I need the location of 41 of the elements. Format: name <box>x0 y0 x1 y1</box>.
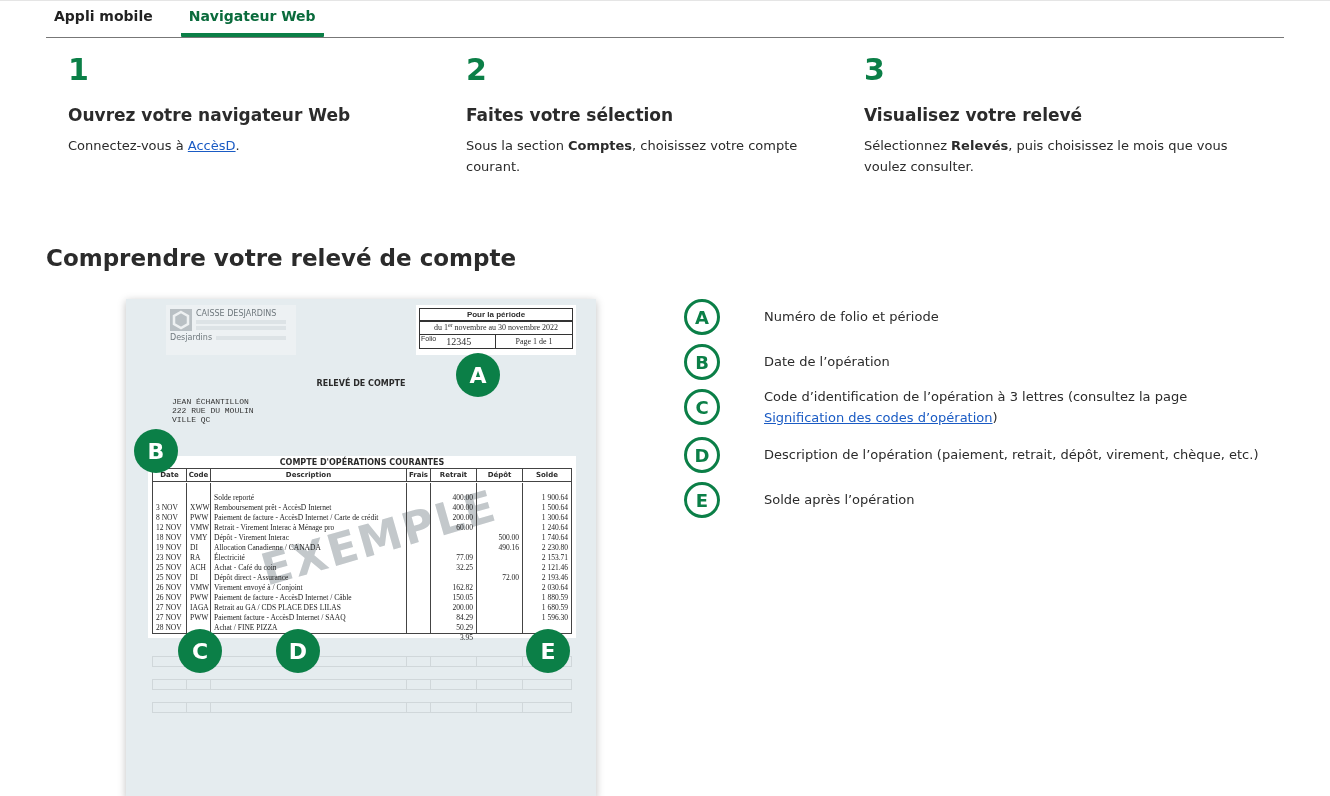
tab[interactable]: Navigateur Web <box>180 1 324 37</box>
accesd-link[interactable]: AccèsD <box>187 138 236 153</box>
step-title: Ouvrez votre navigateur Web <box>68 104 352 126</box>
legend-text: Code d’identification de l’opération à 3 lettres (consultez la page Signification des codes d’opération) <box>764 388 1189 427</box>
step-number: 2 <box>466 52 488 88</box>
statement-title: RELEVÉ DE COMPTE <box>316 379 406 389</box>
step-number: 3 <box>864 52 886 88</box>
logo-caption: Desjardins <box>170 333 213 342</box>
address-line: VILLE QC <box>172 415 212 424</box>
step-text: Sous la section Comptes, choisissez votre compte courant. <box>466 137 799 176</box>
legend-text: Date de l’opération <box>764 353 890 371</box>
legend-letter-badge: C <box>684 389 720 425</box>
legend-letter-badge: E <box>684 482 720 518</box>
section-title: Comprendre votre relevé de compte <box>46 244 518 273</box>
bank-name: CAISSE DESJARDINS <box>196 309 278 318</box>
step-text: Sélectionnez Relevés, puis choisissez le mois que vous voulez consulter. <box>864 137 1229 176</box>
period-header: Pour la période <box>420 309 572 322</box>
step-title: Faites votre sélection <box>466 104 675 126</box>
legend-letter-badge: D <box>684 437 720 473</box>
legend-text: Description de l’opération (paiement, retrait, dépôt, virement, chèque, etc.) <box>764 446 1259 464</box>
codes-link[interactable]: Signification des codes d’opération <box>764 410 993 425</box>
address-line: JEAN ÉCHANTILLON <box>172 397 250 406</box>
hexagon-logo-icon <box>170 309 192 331</box>
marker-badge: D <box>276 629 320 673</box>
step-number: 1 <box>68 52 90 88</box>
marker-badge: E <box>526 629 570 673</box>
page-number: Page 1 de 1 <box>514 336 554 348</box>
step-title: Visualisez votre relevé <box>864 104 1084 126</box>
legend-letter-badge: B <box>684 344 720 380</box>
folio-number: 12345 <box>446 335 472 348</box>
legend-letter-badge: A <box>684 299 720 335</box>
step-text: Connectez-vous à AccèsD. <box>68 137 241 155</box>
tab[interactable]: Appli mobile <box>46 1 161 37</box>
marker-badge: A <box>456 353 500 397</box>
legend-text: Solde après l’opération <box>764 491 915 509</box>
marker-badge: B <box>134 429 178 473</box>
legend-text: Numéro de folio et période <box>764 308 939 326</box>
table-title: COMPTE D'OPÉRATIONS COURANTES <box>279 458 445 468</box>
marker-badge: C <box>178 629 222 673</box>
address-line: 222 RUE DU MOULIN <box>172 406 255 415</box>
period-range: du 1$^{er}$ novembre au 30 novembre 2022 <box>420 322 572 335</box>
